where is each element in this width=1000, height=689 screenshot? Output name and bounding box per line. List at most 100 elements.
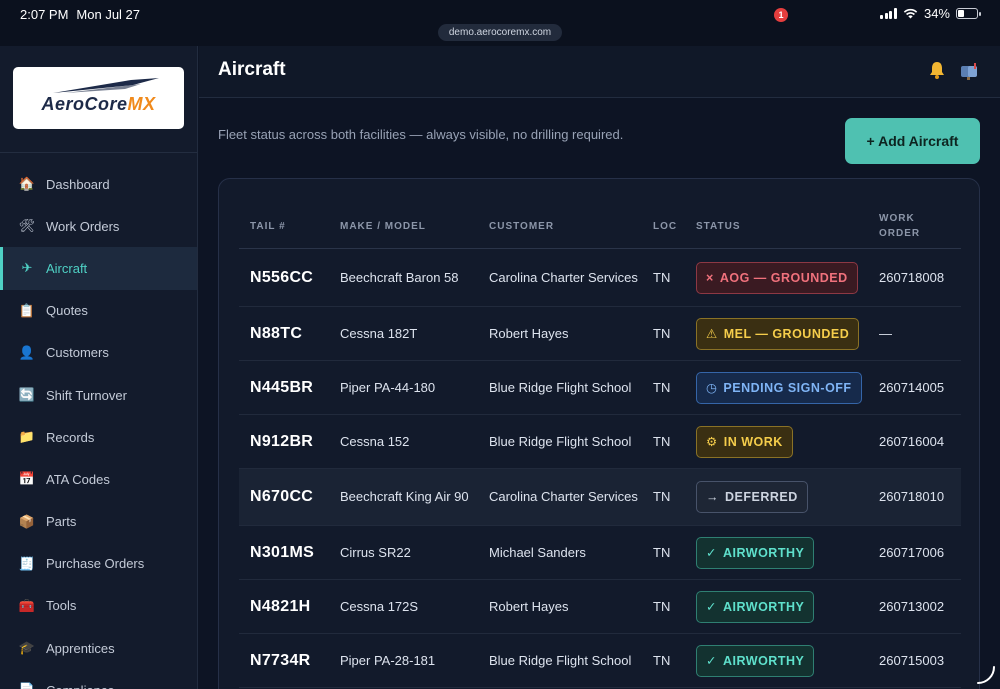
table-row[interactable]: N4821H Cessna 172S Robert Hayes TN ✓ AIRWORTH… xyxy=(239,580,961,634)
status-time: 2:07 PM Mon Jul 27 xyxy=(20,7,140,22)
status-icon: ⚙ xyxy=(706,434,718,449)
status-text: AOG — GROUNDED xyxy=(719,271,848,285)
logo-text-aerocore: AeroCore xyxy=(41,94,128,114)
sidebar-item-label: Customers xyxy=(46,345,109,361)
mailbox-icon[interactable] xyxy=(959,60,981,80)
sidebar-item-quotes[interactable]: 📋 Quotes xyxy=(0,290,197,332)
sidebar-item-label: Apprentices xyxy=(46,640,115,656)
status-text: DEFERRED xyxy=(725,490,798,504)
column-header-loc[interactable]: LOC xyxy=(653,219,677,234)
tail-number: N556CC xyxy=(250,269,314,286)
page-subtitle: Fleet status across both facilities — al… xyxy=(218,127,624,142)
make-model: Beechcraft King Air 90 xyxy=(340,489,469,504)
house-icon: 🏠 xyxy=(18,176,36,192)
column-header-work-order-line1: WORK xyxy=(879,213,915,224)
work-order-number: 260715003 xyxy=(879,652,945,668)
status-badge: ✓ AIRWORTHY xyxy=(696,536,815,569)
column-header-tail[interactable]: TAIL # xyxy=(250,219,286,234)
sidebar-item-aircraft[interactable]: ✈ Aircraft xyxy=(0,247,197,290)
make-model: Cessna 172S xyxy=(340,598,419,614)
sidebar: AeroCoreMX 🏠 Dashboard 🛠 Work Orders ✈ Aircra… xyxy=(0,46,198,689)
column-header-work-order[interactable]: WORK ORDER xyxy=(879,211,920,241)
sidebar-item-tools[interactable]: 🧰 Tools xyxy=(0,585,197,627)
sidebar-item-compliance[interactable]: 📄 Compliance xyxy=(0,669,197,689)
status-indicators: 34% xyxy=(880,6,981,21)
clock-time: 2:07 PM xyxy=(20,7,69,22)
sidebar-item-ata-codes[interactable]: 📅 ATA Codes xyxy=(0,458,197,500)
table-row[interactable]: N7734R Piper PA-28-181 Blue Ridge Flight S… xyxy=(239,634,961,688)
status-badge: ⚙ IN WORK xyxy=(696,425,793,458)
column-header-customer[interactable]: CUSTOMER xyxy=(489,219,554,234)
sidebar-item-records[interactable]: 📁 Records xyxy=(0,416,197,458)
table-row[interactable]: N670CC Beechcraft King Air 90 Carolina Cha… xyxy=(239,469,961,526)
battery-fill xyxy=(958,10,965,17)
make-model: Piper PA-28-181 xyxy=(340,652,436,668)
clipboard-icon: 📋 xyxy=(18,302,36,318)
work-order-number: 260718008 xyxy=(879,270,945,285)
status-badge: ⚠ MEL — GROUNDED xyxy=(696,317,860,350)
person-icon: 👤 xyxy=(18,344,36,360)
sidebar-item-purchase-orders[interactable]: 🧾 Purchase Orders xyxy=(0,543,197,585)
status-badge: ✓ AIRWORTHY xyxy=(696,590,815,623)
sidebar-item-label: Parts xyxy=(46,514,77,530)
status-text: AIRWORTHY xyxy=(722,545,805,560)
customer-name: Carolina Charter Services xyxy=(489,489,638,504)
sidebar-item-label: Aircraft xyxy=(46,260,88,276)
logo-wordmark: AeroCoreMX xyxy=(13,94,184,115)
location: TN xyxy=(653,489,671,504)
status-badge: ✓ AIRWORTHY xyxy=(696,644,815,677)
logo-text-mx: MX xyxy=(127,94,156,114)
table-row[interactable]: N912BR Cessna 152 Blue Ridge Flight School… xyxy=(239,415,961,469)
sidebar-item-parts[interactable]: 📦 Parts xyxy=(0,501,197,543)
status-icon: ✓ xyxy=(706,545,717,560)
status-icon: ✓ xyxy=(706,653,717,668)
brand-logo[interactable]: AeroCoreMX xyxy=(13,67,184,129)
bell-icon[interactable] xyxy=(927,60,947,80)
status-icon: → xyxy=(706,490,719,504)
device-status-bar: 2:07 PM Mon Jul 27 34% demo.aerocoremx.co… xyxy=(0,0,1000,46)
sidebar-item-work-orders[interactable]: 🛠 Work Orders xyxy=(0,205,197,247)
table-body: N556CC Beechcraft Baron 58 Carolina Charte… xyxy=(239,250,961,688)
resize-corner-icon xyxy=(977,666,995,684)
tail-number: N445BR xyxy=(250,378,314,396)
sidebar-item-shift-turnover[interactable]: 🔄 Shift Turnover xyxy=(0,374,197,416)
tools-icon: 🛠 xyxy=(18,218,36,234)
work-order-number: — xyxy=(879,325,892,341)
location: TN xyxy=(653,433,671,449)
sidebar-nav: 🏠 Dashboard 🛠 Work Orders ✈ Aircraft 📋 Quotes 👤 C… xyxy=(0,163,197,689)
work-order-number: 260714005 xyxy=(879,379,945,395)
sidebar-item-dashboard[interactable]: 🏠 Dashboard xyxy=(0,163,197,205)
add-aircraft-button[interactable]: + Add Aircraft xyxy=(845,118,980,164)
sidebar-item-apprentices[interactable]: 🎓 Apprentices xyxy=(0,627,197,669)
table-row[interactable]: N88TC Cessna 182T Robert Hayes TN ⚠ MEL — GRO… xyxy=(239,307,961,361)
status-icon: ◷ xyxy=(706,380,718,395)
folder-icon: 📁 xyxy=(18,429,36,445)
status-text: PENDING SIGN-OFF xyxy=(723,380,852,395)
notification-badge: 1 xyxy=(774,8,788,22)
status-icon: ⚠ xyxy=(706,326,718,341)
status-text: AIRWORTHY xyxy=(722,599,805,614)
url-bar[interactable]: demo.aerocoremx.com xyxy=(438,24,562,41)
customer-name: Blue Ridge Flight School xyxy=(489,433,632,449)
sidebar-item-label: Tools xyxy=(46,598,77,614)
tail-number: N670CC xyxy=(250,488,314,505)
location: TN xyxy=(653,270,671,285)
airplane-icon: ✈ xyxy=(21,260,33,276)
work-order-number: 260717006 xyxy=(879,544,945,560)
sidebar-item-customers[interactable]: 👤 Customers xyxy=(0,332,197,374)
status-text: IN WORK xyxy=(723,434,783,449)
location: TN xyxy=(653,325,671,341)
status-badge: → DEFERRED xyxy=(696,481,808,513)
location: TN xyxy=(653,598,671,614)
column-header-work-order-line2: ORDER xyxy=(879,228,921,239)
column-header-make-model[interactable]: MAKE / MODEL xyxy=(340,219,426,234)
sidebar-item-label: ATA Codes xyxy=(46,471,110,487)
package-icon: 📦 xyxy=(18,513,36,529)
battery-icon xyxy=(956,8,981,19)
column-header-status[interactable]: STATUS xyxy=(696,219,741,234)
make-model: Cessna 182T xyxy=(340,325,418,341)
table-row[interactable]: N556CC Beechcraft Baron 58 Carolina Charte… xyxy=(239,250,961,307)
customer-name: Blue Ridge Flight School xyxy=(489,652,632,668)
table-row[interactable]: N301MS Cirrus SR22 Michael Sanders TN ✓ AIRWO… xyxy=(239,526,961,580)
table-row[interactable]: N445BR Piper PA-44-180 Blue Ridge Flight S… xyxy=(239,361,961,415)
